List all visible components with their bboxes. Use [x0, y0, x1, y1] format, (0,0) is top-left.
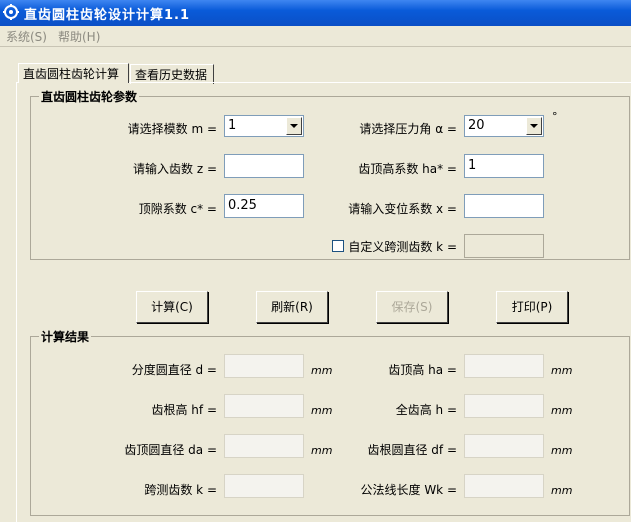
- module-value: 1: [228, 118, 237, 133]
- span-teeth-output: [224, 474, 304, 498]
- menu-help[interactable]: 帮助(H): [58, 28, 100, 45]
- dedendum-label: 齿根高 hf =: [151, 403, 217, 417]
- teeth-input[interactable]: [224, 154, 304, 178]
- menu-separator: [0, 46, 631, 47]
- base-tangent-length-output: [464, 474, 544, 498]
- tip-diameter-label: 齿顶圆直径 da =: [124, 443, 217, 457]
- dedendum-output: [224, 394, 304, 418]
- tip-diameter-output: [224, 434, 304, 458]
- unit-label: mm: [551, 444, 573, 457]
- chevron-down-icon: [530, 124, 538, 128]
- unit-label: mm: [311, 404, 333, 417]
- module-select[interactable]: 1: [224, 115, 304, 137]
- unit-label: mm: [311, 364, 333, 377]
- chevron-down-icon: [290, 124, 298, 128]
- print-button[interactable]: 打印(P): [496, 291, 568, 323]
- pitch-diameter-output: [224, 354, 304, 378]
- menu-system[interactable]: 系统(S): [6, 28, 47, 45]
- tab-gear-calculation[interactable]: 直齿圆柱齿轮计算: [18, 63, 129, 83]
- custom-span-label: 自定义跨测齿数 k =: [348, 240, 457, 254]
- custom-span-input[interactable]: [464, 234, 544, 258]
- clearance-coef-label: 顶隙系数 c* =: [138, 202, 217, 216]
- root-diameter-label: 齿根圆直径 df =: [367, 443, 457, 457]
- params-caption: 直齿圆柱齿轮参数: [39, 88, 140, 105]
- degree-symbol: °: [552, 110, 558, 123]
- addendum-output: [464, 354, 544, 378]
- title-bar: 直齿圆柱齿轮设计计算1.1: [0, 0, 631, 26]
- pressure-angle-value: 20: [468, 118, 485, 133]
- pitch-diameter-label: 分度圆直径 d =: [131, 363, 217, 377]
- span-teeth-label: 跨测齿数 k =: [144, 483, 217, 497]
- shift-coef-input[interactable]: [464, 194, 544, 218]
- clearance-coef-input[interactable]: 0.25: [224, 194, 304, 218]
- whole-depth-output: [464, 394, 544, 418]
- calculate-button[interactable]: 计算(C): [136, 291, 208, 323]
- refresh-button[interactable]: 刷新(R): [256, 291, 328, 323]
- base-tangent-length-label: 公法线长度 Wk =: [360, 483, 458, 497]
- unit-label: mm: [551, 364, 573, 377]
- custom-span-checkbox[interactable]: [332, 240, 344, 252]
- shift-coef-label: 请输入变位系数 x =: [348, 202, 457, 216]
- unit-label: mm: [551, 484, 573, 497]
- results-caption: 计算结果: [39, 328, 92, 345]
- whole-depth-label: 全齿高 h =: [395, 403, 457, 417]
- pressure-angle-dropdown-button[interactable]: [526, 117, 542, 135]
- pressure-angle-label: 请选择压力角 α =: [359, 122, 457, 136]
- tab-history[interactable]: 查看历史数据: [130, 64, 214, 84]
- unit-label: mm: [551, 404, 573, 417]
- pressure-angle-select[interactable]: 20: [464, 115, 544, 137]
- module-dropdown-button[interactable]: [286, 117, 302, 135]
- module-label: 请选择模数 m =: [127, 122, 217, 136]
- root-diameter-output: [464, 434, 544, 458]
- addendum-coef-label: 齿顶高系数 ha* =: [358, 162, 457, 176]
- menu-bar: 系统(S) 帮助(H): [0, 26, 631, 46]
- window-title: 直齿圆柱齿轮设计计算1.1: [24, 8, 191, 23]
- save-button[interactable]: 保存(S): [376, 291, 448, 323]
- teeth-label: 请输入齿数 z =: [133, 162, 217, 176]
- addendum-coef-input[interactable]: 1: [464, 154, 544, 178]
- app-icon[interactable]: [3, 4, 19, 20]
- addendum-label: 齿顶高 ha =: [388, 363, 457, 377]
- unit-label: mm: [311, 444, 333, 457]
